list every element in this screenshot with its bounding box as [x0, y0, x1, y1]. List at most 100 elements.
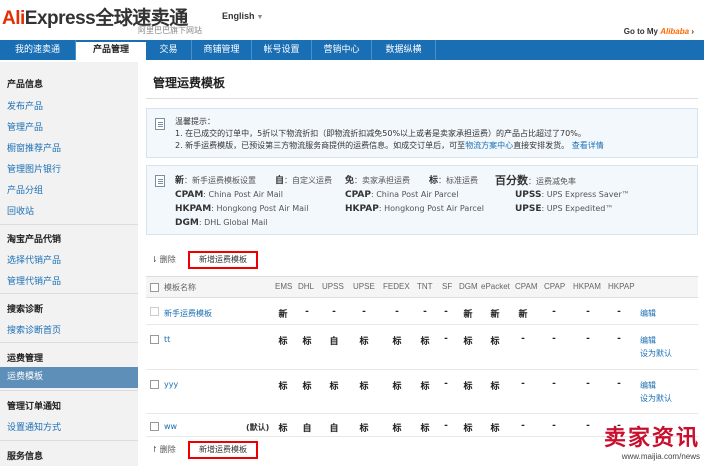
edit-link[interactable]: 编辑: [640, 308, 656, 319]
legend-code: CPAP: [345, 190, 371, 200]
sidebar-item-select-consign[interactable]: 选择代销产品: [7, 253, 61, 266]
sidebar-item-manage-consign[interactable]: 管理代销产品: [7, 274, 61, 287]
legend-key: 百分数: [495, 174, 528, 187]
set-default-link[interactable]: 设为默认: [640, 393, 672, 404]
sidebar-divider: [0, 390, 138, 391]
arrow-up-icon: ↾: [151, 445, 158, 454]
tab-data-analytics[interactable]: 数据纵横: [372, 40, 436, 60]
cell-hkpap: -: [617, 379, 621, 389]
legend-free: 免：卖家承担运费: [345, 176, 411, 186]
delete-label: 删除: [159, 445, 176, 454]
sidebar-item-diagnosis-home[interactable]: 搜索诊断首页: [7, 323, 61, 336]
logo-ali: Ali: [2, 8, 25, 29]
edit-link[interactable]: 编辑: [640, 335, 656, 346]
goto-alibaba-link[interactable]: Go to My Alibaba ›: [624, 27, 694, 36]
template-name-link[interactable]: tt: [164, 335, 170, 344]
sidebar-item-showcase[interactable]: 橱窗推荐产品: [7, 141, 61, 154]
sidebar-item-freight-templates[interactable]: 运费模板: [0, 367, 138, 388]
tip-line-2: 2. 新手运费模版，已预设第三方物流服务商提供的运费信息。如成交订单后，可至物流…: [175, 140, 604, 151]
cell-upss: 标: [329, 382, 339, 392]
legend-code: UPSE: [515, 204, 542, 214]
logistics-center-link[interactable]: 物流方案中心: [465, 141, 513, 150]
cell-dhl: 自: [302, 424, 312, 434]
tip-line-1: 1. 在已成交的订单中，5折以下物流折扣（即物流折扣减免50%以上或者是卖家承担…: [175, 129, 586, 138]
row-checkbox[interactable]: [150, 380, 159, 389]
cell-hkpap: -: [617, 334, 621, 344]
tab-store-management[interactable]: 商铺管理: [192, 40, 252, 60]
cell-upse: 标: [359, 382, 369, 392]
tab-account-settings[interactable]: 帐号设置: [252, 40, 312, 60]
cell-tnt: 标: [420, 337, 430, 347]
sidebar: 产品信息 发布产品 管理产品 橱窗推荐产品 管理图片银行 产品分组 回收站 淘宝…: [0, 62, 138, 466]
tab-trade[interactable]: 交易: [146, 40, 192, 60]
cell-cpap: -: [552, 379, 556, 389]
tab-product-management[interactable]: 产品管理: [76, 42, 146, 60]
view-details-link[interactable]: 查看详情: [572, 141, 604, 150]
select-all-checkbox[interactable]: [150, 283, 159, 292]
sidebar-item-image-bank[interactable]: 管理图片银行: [7, 162, 61, 175]
sidebar-item-notify-method[interactable]: 设置通知方式: [7, 420, 61, 433]
cell-sf: -: [444, 307, 448, 317]
edit-link[interactable]: 编辑: [640, 380, 656, 391]
cell-upss: 自: [329, 424, 339, 434]
cell-fedex: 标: [392, 424, 402, 434]
cell-ems: 新: [278, 310, 288, 320]
aliexpress-logo[interactable]: AliExpress全球速卖通 阿里巴巴旗下网站: [2, 3, 202, 35]
cell-sf: -: [444, 421, 448, 431]
row-checkbox[interactable]: [150, 335, 159, 344]
toolbar-top: ⇂ 删除 新增运费模板: [146, 251, 698, 269]
legend-custom: 自：自定义运费: [275, 176, 333, 186]
cell-epacket: 标: [490, 382, 500, 392]
sidebar-divider: [0, 224, 138, 225]
language-selector[interactable]: English ▼: [222, 11, 263, 21]
logo-express: Express: [24, 8, 96, 29]
legend-code-desc: China Post Air Parcel: [376, 190, 459, 199]
cell-dhl: 标: [302, 337, 312, 347]
cell-dhl: -: [305, 307, 309, 317]
template-name-link[interactable]: 新手运费模板: [164, 308, 212, 319]
cell-dgm: 标: [463, 424, 473, 434]
delete-button[interactable]: ⇂ 删除: [151, 254, 176, 265]
legend-hkpam: HKPAM: Hongkong Post Air Mail: [175, 204, 309, 214]
sidebar-section-product-info: 产品信息: [7, 80, 44, 90]
cell-cpam: -: [521, 421, 525, 431]
add-template-button-bottom[interactable]: 新增运费模板: [188, 441, 258, 459]
legend-code: CPAM: [175, 190, 204, 200]
sidebar-item-product-groups[interactable]: 产品分组: [7, 183, 43, 196]
template-name-link[interactable]: yyy: [164, 380, 178, 389]
main-nav: 我的速卖通 产品管理 交易 商铺管理 帐号设置 营销中心 数据纵横: [0, 40, 704, 60]
table-header: 模板名称 EMS DHL UPSS UPSE FEDEX TNT SF DGM …: [146, 276, 698, 298]
cell-epacket: 标: [490, 424, 500, 434]
delete-button-bottom[interactable]: ↾ 删除: [151, 444, 176, 455]
legend-code: DGM: [175, 218, 199, 228]
legend-code: HKPAP: [345, 204, 379, 214]
col-cpam: CPAM: [515, 282, 538, 291]
row-checkbox[interactable]: [150, 307, 159, 316]
cell-tnt: 标: [420, 382, 430, 392]
add-template-button[interactable]: 新增运费模板: [188, 251, 258, 269]
sidebar-item-recycle-bin[interactable]: 回收站: [7, 204, 34, 217]
watermark: 卖家资讯 www.maijia.com/news: [574, 418, 704, 466]
template-name-link[interactable]: ww: [164, 422, 177, 431]
legend-code-desc: UPS Expedited™: [546, 204, 614, 213]
title-divider: [146, 98, 698, 99]
sidebar-section-freight: 运费管理: [7, 354, 44, 364]
row-checkbox[interactable]: [150, 422, 159, 431]
col-fedex: FEDEX: [383, 282, 410, 291]
cell-sf: -: [444, 379, 448, 389]
legend-upse: UPSE: UPS Expedited™: [515, 204, 614, 214]
page-title: 管理运费模板: [153, 76, 226, 90]
col-upss: UPSS: [322, 282, 344, 291]
set-default-link[interactable]: 设为默认: [640, 348, 672, 359]
cell-ems: 标: [278, 424, 288, 434]
tab-marketing-center[interactable]: 营销中心: [312, 40, 372, 60]
cell-ems: 标: [278, 382, 288, 392]
col-hkpam: HKPAM: [573, 282, 601, 291]
table-row: 新手运费模板 新 - - - - - - 新 新 新 - - - 编辑: [146, 299, 698, 325]
col-epacket: ePacket: [481, 282, 510, 291]
col-tnt: TNT: [417, 282, 433, 291]
sidebar-item-publish-product[interactable]: 发布产品: [7, 99, 43, 112]
sidebar-item-manage-products[interactable]: 管理产品: [7, 120, 43, 133]
tab-my-aliexpress[interactable]: 我的速卖通: [0, 40, 76, 60]
cell-upse: 标: [359, 337, 369, 347]
